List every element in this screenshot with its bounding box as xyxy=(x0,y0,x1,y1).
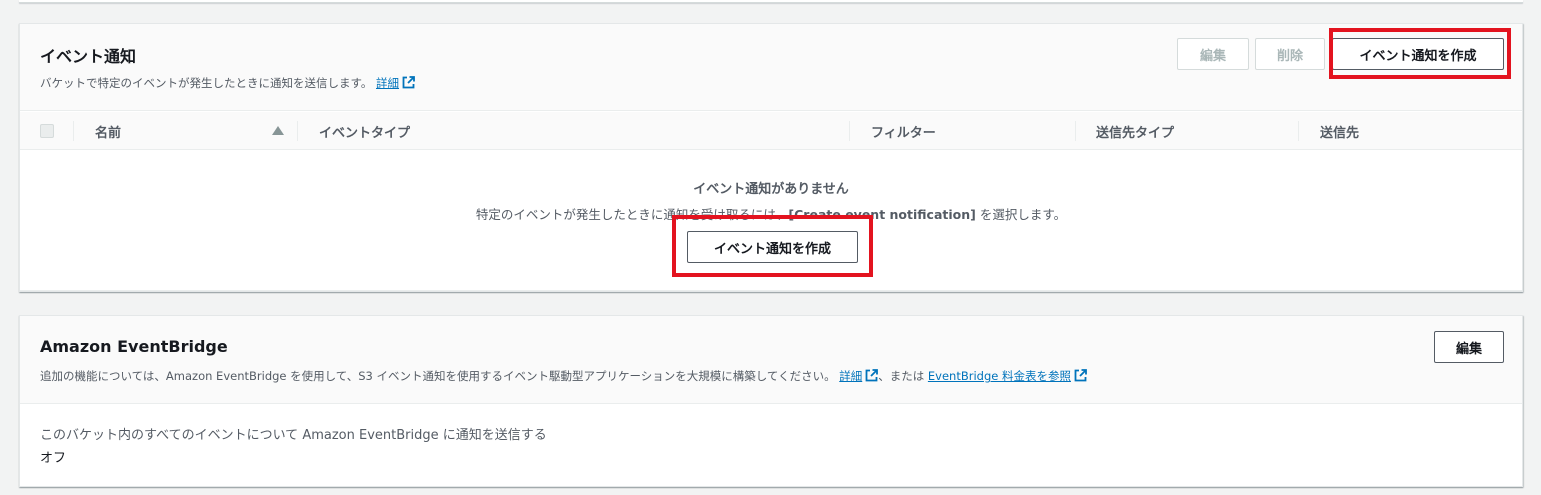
edit-eventbridge-button[interactable]: 編集 xyxy=(1434,331,1504,363)
description-text: 追加の機能については、Amazon EventBridge を使用して、S3 イ… xyxy=(40,369,836,383)
details-link[interactable]: 詳細 xyxy=(839,369,862,383)
details-link[interactable]: 詳細 xyxy=(376,76,399,90)
column-header-event-type[interactable]: イベントタイプ xyxy=(319,112,410,150)
column-divider xyxy=(1298,121,1299,141)
column-divider xyxy=(297,121,298,141)
column-header-destination-type[interactable]: 送信先タイプ xyxy=(1096,112,1174,150)
empty-state-title: イベント通知がありません xyxy=(693,182,849,197)
description-text: バケットで特定のイベントが発生したときに通知を送信します。 xyxy=(40,76,373,90)
empty-desc-suffix: を選択します。 xyxy=(975,207,1067,222)
highlight-box xyxy=(1329,28,1511,79)
external-link-icon[interactable] xyxy=(1074,369,1087,382)
event-notifications-panel: イベント通知 バケットで特定のイベントが発生したときに通知を送信します。 詳細 … xyxy=(19,23,1523,292)
column-divider xyxy=(73,121,74,141)
select-all-checkbox[interactable] xyxy=(40,124,54,138)
column-divider xyxy=(1075,121,1076,141)
highlight-box xyxy=(672,215,873,277)
panel-header: Amazon EventBridge 追加の機能については、Amazon Eve… xyxy=(20,316,1522,404)
table-footer-divider xyxy=(20,290,1522,291)
column-header-destination[interactable]: 送信先 xyxy=(1320,112,1359,150)
panel-title: イベント通知 xyxy=(40,47,137,66)
external-link-icon[interactable] xyxy=(402,76,415,89)
column-header-filter[interactable]: フィルター xyxy=(871,112,936,150)
delete-button[interactable]: 削除 xyxy=(1255,38,1325,70)
eventbridge-panel: Amazon EventBridge 追加の機能については、Amazon Eve… xyxy=(19,315,1523,487)
panel-description: 追加の機能については、Amazon EventBridge を使用して、S3 イ… xyxy=(40,368,1087,384)
column-header-name[interactable]: 名前 xyxy=(95,112,121,150)
eventbridge-setting-value: オフ xyxy=(40,451,67,466)
edit-button[interactable]: 編集 xyxy=(1177,38,1249,70)
eventbridge-setting-label: このバケット内のすべてのイベントについて Amazon EventBridge … xyxy=(40,428,547,443)
column-divider xyxy=(849,121,850,141)
panel-title: Amazon EventBridge xyxy=(40,337,228,356)
panel-header: イベント通知 バケットで特定のイベントが発生したときに通知を送信します。 詳細 … xyxy=(20,24,1522,111)
pricing-link[interactable]: EventBridge 料金表を参照 xyxy=(928,369,1071,383)
previous-panel-edge xyxy=(19,0,1523,3)
panel-description: バケットで特定のイベントが発生したときに通知を送信します。 詳細 xyxy=(40,75,415,91)
sort-ascending-icon[interactable] xyxy=(272,126,284,135)
external-link-icon[interactable] xyxy=(865,369,879,382)
separator-text: 、または xyxy=(878,369,925,383)
table-header: 名前 イベントタイプ フィルター 送信先タイプ 送信先 xyxy=(20,112,1522,150)
